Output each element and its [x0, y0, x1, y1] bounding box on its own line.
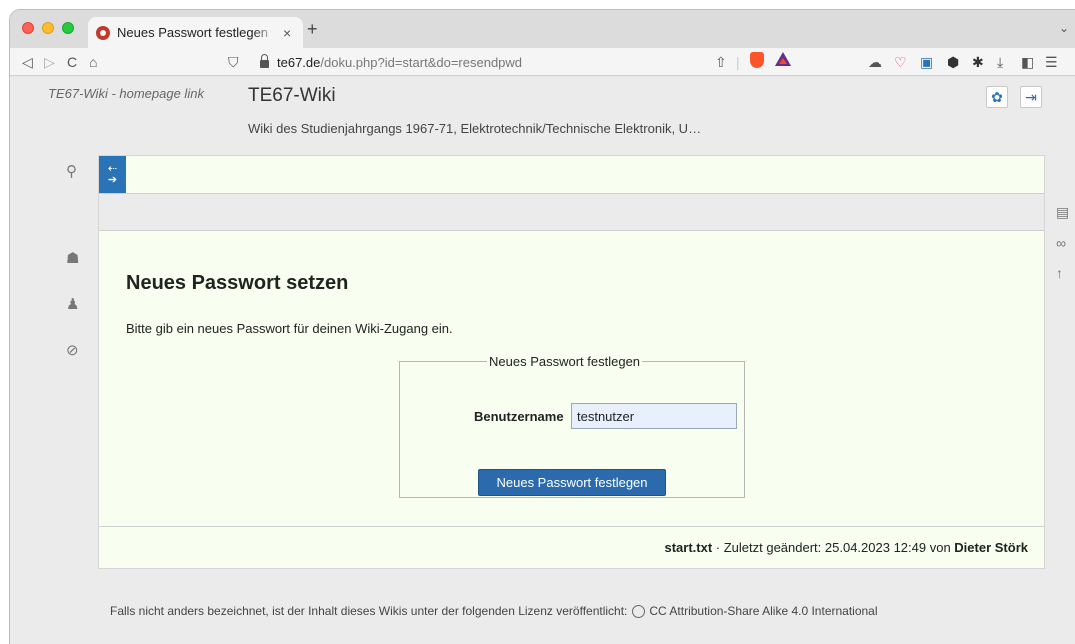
- reload-icon[interactable]: C: [67, 53, 77, 71]
- browser-menu-icon[interactable]: ☰: [1045, 53, 1058, 71]
- bookmark-icon[interactable]: ⛉: [228, 53, 239, 71]
- window-maximize-button[interactable]: [62, 22, 74, 34]
- page-heading: Neues Passwort setzen: [126, 272, 349, 294]
- logo-alt-text[interactable]: TE67-Wiki - homepage link: [48, 85, 218, 102]
- window-minimize-button[interactable]: [42, 22, 54, 34]
- license-footer: Falls nicht anders bezeichnet, ist der I…: [110, 604, 878, 618]
- user-icon[interactable]: ♟: [66, 295, 79, 313]
- pocket-extension-icon[interactable]: ♡: [894, 53, 907, 71]
- url-path: /doku.php?id=start&do=resendpwd: [320, 54, 523, 70]
- site-title[interactable]: TE67-Wiki: [248, 85, 336, 107]
- forward-arrow-icon[interactable]: ▷: [44, 53, 55, 71]
- toolbar-divider: |: [736, 54, 740, 70]
- downloads-icon[interactable]: ⤓: [997, 53, 1003, 71]
- cloud-extension-icon[interactable]: ☁: [868, 53, 882, 71]
- username-input[interactable]: [571, 403, 737, 429]
- sitemap-icon[interactable]: ☗: [66, 249, 79, 267]
- license-link[interactable]: CC Attribution-Share Alike 4.0 Internati…: [649, 604, 877, 618]
- page-tools-icon[interactable]: ▤: [1056, 204, 1069, 221]
- license-text: Falls nicht anders bezeichnet, ist der I…: [110, 604, 628, 618]
- docinfo-divider: [99, 526, 1044, 527]
- back-arrow-icon[interactable]: ◁: [22, 53, 33, 71]
- backlinks-icon[interactable]: ∞: [1056, 235, 1066, 251]
- browser-window: Neues Passwort festlegen × + ⌄ ◁ ▷ C ⌂ ⛉…: [10, 10, 1075, 644]
- username-label: Benutzername: [474, 409, 564, 424]
- arrow-right-icon: ➔: [107, 174, 118, 186]
- doc-author[interactable]: Dieter Störk: [954, 540, 1028, 555]
- form-legend: Neues Passwort festlegen: [489, 354, 641, 369]
- brave-shields-icon[interactable]: [750, 52, 764, 68]
- sidebar-toggle-icon[interactable]: ◧: [1021, 53, 1034, 71]
- intro-text: Bitte gib ein neues Passwort für deinen …: [126, 321, 453, 336]
- tab-strip: Neues Passwort festlegen × + ⌄: [10, 10, 1075, 48]
- brave-rewards-icon[interactable]: [775, 52, 791, 66]
- site-favicon-icon: [96, 25, 110, 40]
- submit-button[interactable]: Neues Passwort festlegen: [478, 469, 666, 496]
- sidebar-toggle-button[interactable]: ⇠ ➔: [99, 156, 126, 194]
- tab-title: Neues Passwort festlegen: [117, 25, 269, 40]
- web-page: TE67-Wiki - homepage link TE67-Wiki Wiki…: [10, 77, 1075, 644]
- browser-toolbar: ◁ ▷ C ⌂ ⛉ te67.de/doku.php?id=start&do=r…: [10, 48, 1075, 76]
- url-host: te67.de: [277, 54, 321, 70]
- home-icon[interactable]: ⌂: [89, 53, 97, 71]
- address-bar[interactable]: te67.de/doku.php?id=start&do=resendpwd: [254, 51, 814, 73]
- window-close-button[interactable]: [22, 22, 34, 34]
- main-content: ⇠ ➔ Neues Passwort setzen Bitte gib ein …: [98, 155, 1045, 569]
- doc-filename: start.txt: [664, 540, 713, 555]
- tab-close-icon[interactable]: ×: [283, 25, 291, 41]
- doc-info: start.txt · Zuletzt geändert: 25.04.2023…: [664, 540, 1028, 555]
- cc-license-icon: [632, 604, 646, 618]
- share-icon[interactable]: ⇧: [715, 53, 727, 71]
- back-to-top-icon[interactable]: ↑: [1056, 265, 1063, 281]
- active-tab[interactable]: Neues Passwort festlegen ×: [88, 17, 303, 48]
- reset-password-form: Neues Passwort festlegen Benutzername Ne…: [399, 354, 745, 498]
- extensions-puzzle-icon[interactable]: ✱: [972, 53, 984, 71]
- site-tagline: Wiki des Studienjahrgangs 1967-71, Elekt…: [248, 121, 702, 136]
- lock-icon: [260, 54, 269, 68]
- new-tab-button[interactable]: +: [307, 19, 318, 40]
- login-icon[interactable]: ⇥: [1020, 86, 1042, 108]
- doc-changed: · Zuletzt geändert: 25.04.2023 12:49 von: [712, 540, 955, 555]
- admin-settings-icon[interactable]: ✿: [986, 86, 1008, 108]
- compass-icon[interactable]: ⊘: [66, 341, 79, 359]
- wallet-extension-icon[interactable]: ▣: [920, 53, 933, 71]
- page-toolbar-bar: [99, 194, 1044, 231]
- search-icon[interactable]: ⚲: [66, 162, 77, 180]
- tab-list-chevron-icon[interactable]: ⌄: [1059, 21, 1069, 35]
- hex-extension-icon[interactable]: ⬢: [947, 53, 959, 71]
